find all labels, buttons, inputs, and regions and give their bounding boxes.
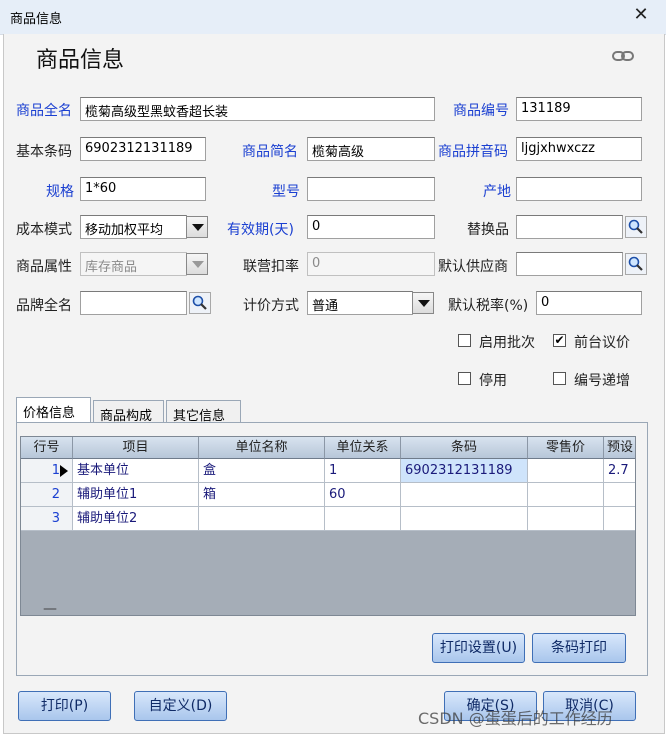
- magnifier-icon[interactable]: [625, 216, 647, 238]
- column-header-unit-name[interactable]: 单位名称: [199, 437, 325, 459]
- table-cell-barcode[interactable]: [401, 507, 528, 531]
- magnifier-icon[interactable]: [625, 253, 647, 275]
- table-cell-unit-name[interactable]: 箱: [199, 483, 325, 507]
- window-title: 商品信息: [10, 12, 63, 27]
- joint-discount-label: 联营扣率: [243, 259, 299, 275]
- origin-label: 产地: [483, 184, 511, 200]
- brand-label: 品牌全名: [16, 298, 72, 314]
- code-label: 商品编号: [453, 103, 509, 119]
- pricing-select[interactable]: 普通: [307, 291, 413, 315]
- tab-other-info[interactable]: 其它信息: [166, 400, 241, 424]
- table-cell-item[interactable]: 基本单位: [73, 459, 199, 483]
- table-cell-item[interactable]: 辅助单位2: [73, 507, 199, 531]
- print-settings-button[interactable]: 打印设置(U): [432, 633, 525, 663]
- watermark: CSDN @蛋蛋后的工作经历: [418, 709, 613, 728]
- table-row-number[interactable]: 2: [21, 483, 73, 507]
- shelf-life-input[interactable]: 0: [307, 215, 435, 239]
- disabled-label: 停用: [479, 373, 507, 389]
- title-bar: [0, 0, 666, 35]
- substitute-label: 替换品: [467, 222, 509, 238]
- column-header-barcode[interactable]: 条码: [401, 437, 528, 459]
- chevron-down-icon[interactable]: [412, 292, 434, 314]
- table-cell-unit-name[interactable]: 盒: [199, 459, 325, 483]
- spec-input[interactable]: 1*60: [80, 177, 206, 201]
- model-label: 型号: [272, 184, 300, 200]
- customize-button[interactable]: 自定义(D): [134, 691, 227, 721]
- cost-mode-select[interactable]: 移动加权平均: [80, 215, 187, 239]
- tab-composition[interactable]: 商品构成: [93, 400, 164, 424]
- tab-price-info[interactable]: 价格信息: [16, 397, 91, 423]
- counter-price-label: 前台议价: [574, 335, 630, 351]
- table-cell-preset[interactable]: [604, 483, 635, 507]
- table-cell-item[interactable]: 辅助单位1: [73, 483, 199, 507]
- page-title: 商品信息: [36, 48, 125, 73]
- short-name-label: 商品简名: [242, 144, 298, 160]
- default-supplier-input[interactable]: [516, 252, 623, 276]
- default-supplier-label: 默认供应商: [438, 259, 508, 275]
- short-name-input[interactable]: 榄菊高级: [307, 137, 435, 161]
- barcode-input[interactable]: 6902312131189: [80, 137, 206, 161]
- grid-footer-mark: —: [43, 601, 57, 616]
- origin-input[interactable]: [516, 177, 642, 201]
- auto-increment-label: 编号递增: [574, 373, 630, 389]
- full-name-label: 商品全名: [16, 103, 72, 119]
- column-header-preset[interactable]: 预设: [604, 437, 635, 459]
- tax-rate-input[interactable]: 0: [536, 291, 642, 315]
- pinyin-input[interactable]: ljgjxhwxczz: [516, 137, 642, 161]
- disabled-checkbox[interactable]: [458, 372, 471, 385]
- shelf-life-label: 有效期(天): [227, 222, 294, 238]
- attribute-label: 商品属性: [16, 259, 72, 275]
- column-header-row-no[interactable]: 行号: [21, 437, 73, 459]
- table-cell-unit-relation[interactable]: [325, 507, 401, 531]
- table-cell-retail-price[interactable]: [528, 507, 604, 531]
- full-name-input[interactable]: 榄菊高级型黑蚊香超长装: [80, 97, 435, 121]
- spec-label: 规格: [46, 184, 74, 200]
- joint-discount-input[interactable]: 0: [307, 252, 435, 276]
- barcode-print-button[interactable]: 条码打印: [532, 633, 626, 663]
- counter-price-checkbox[interactable]: ✔: [553, 334, 566, 347]
- chevron-down-icon[interactable]: [186, 216, 208, 238]
- tax-rate-label: 默认税率(%): [448, 298, 529, 314]
- link-icon[interactable]: [612, 50, 634, 62]
- table-cell-barcode[interactable]: [401, 483, 528, 507]
- table-cell-unit-name[interactable]: [199, 507, 325, 531]
- table-cell-barcode[interactable]: 6902312131189: [401, 459, 528, 483]
- column-header-unit-relation[interactable]: 单位关系: [325, 437, 401, 459]
- price-grid[interactable]: 行号 项目 单位名称 单位关系 条码 零售价 预设 1 基本单位 盒 1 690…: [20, 436, 636, 616]
- column-header-item[interactable]: 项目: [73, 437, 199, 459]
- print-button[interactable]: 打印(P): [18, 691, 111, 721]
- auto-increment-checkbox[interactable]: [553, 372, 566, 385]
- magnifier-icon[interactable]: [189, 292, 211, 314]
- table-cell-preset[interactable]: [604, 507, 635, 531]
- pinyin-label: 商品拼音码: [438, 144, 508, 160]
- attribute-select[interactable]: 库存商品: [80, 252, 187, 276]
- batch-checkbox[interactable]: [458, 334, 471, 347]
- table-row-number[interactable]: 3: [21, 507, 73, 531]
- close-icon[interactable]: ✕: [630, 4, 652, 26]
- chevron-down-icon[interactable]: [186, 253, 208, 275]
- pricing-label: 计价方式: [243, 298, 299, 314]
- cost-mode-label: 成本模式: [16, 222, 72, 238]
- table-cell-retail-price[interactable]: [528, 459, 604, 483]
- table-cell-retail-price[interactable]: [528, 483, 604, 507]
- table-cell-preset[interactable]: 2.7: [604, 459, 635, 483]
- substitute-input[interactable]: [516, 215, 623, 239]
- brand-input[interactable]: [80, 291, 187, 315]
- model-input[interactable]: [307, 177, 435, 201]
- table-cell-unit-relation[interactable]: 1: [325, 459, 401, 483]
- table-cell-unit-relation[interactable]: 60: [325, 483, 401, 507]
- triangle-right-icon: [60, 465, 68, 477]
- barcode-label: 基本条码: [16, 144, 72, 160]
- code-input[interactable]: 131189: [516, 97, 642, 121]
- batch-label: 启用批次: [479, 335, 535, 351]
- column-header-retail-price[interactable]: 零售价: [528, 437, 604, 459]
